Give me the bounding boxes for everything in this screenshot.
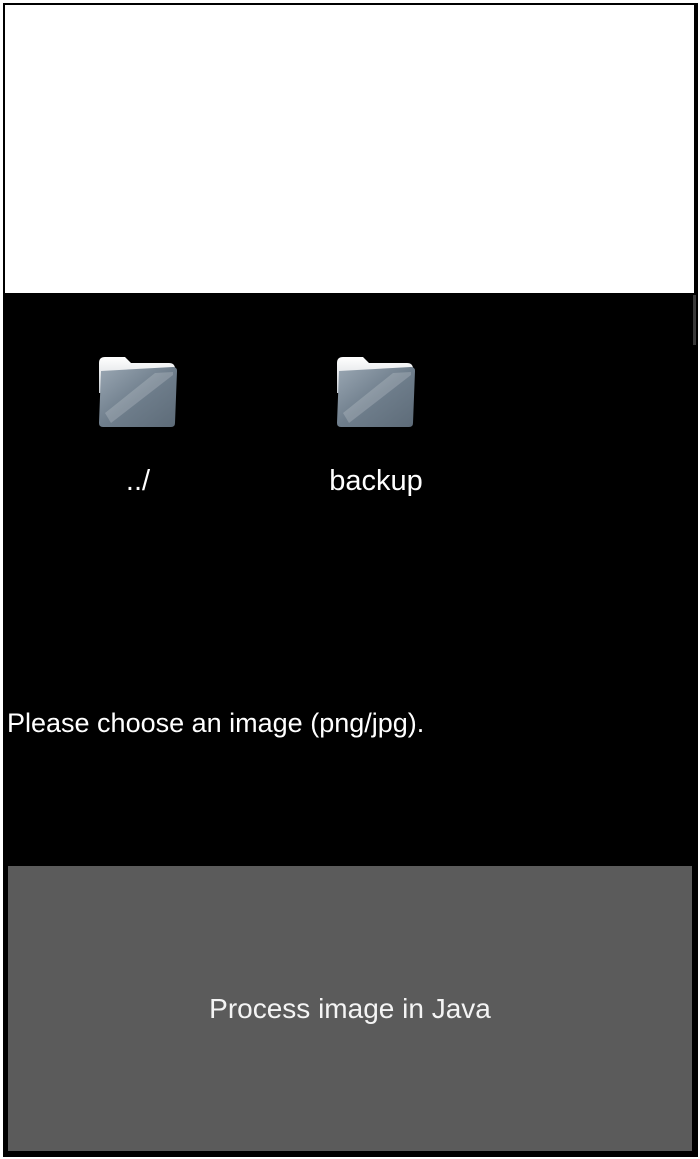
process-image-button[interactable]: Process image in Java (8, 866, 692, 1151)
file-item-backup[interactable]: backup (291, 353, 461, 503)
image-preview (5, 5, 694, 293)
app-screen: ../ backup Please choose an image (png/j… (3, 3, 698, 1157)
file-browser: ../ backup (5, 293, 694, 553)
folder-icon (99, 357, 177, 427)
choose-image-hint: Please choose an image (png/jpg). (7, 708, 425, 738)
file-item-label: ../ (125, 465, 151, 497)
file-item-parent-directory[interactable]: ../ (53, 353, 223, 503)
folder-icon (337, 357, 415, 427)
file-item-label: backup (329, 465, 423, 497)
